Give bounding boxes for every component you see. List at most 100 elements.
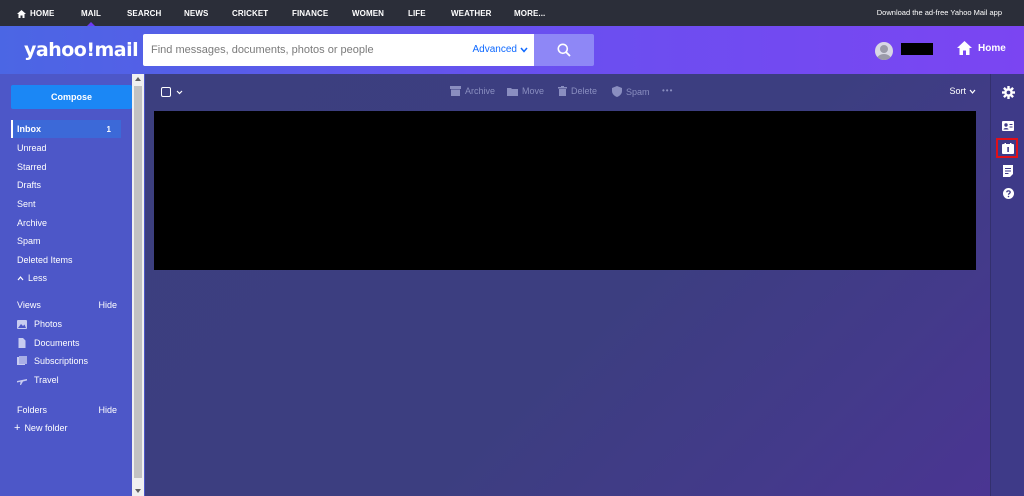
home-button[interactable]: Home xyxy=(957,41,1006,55)
archive-label: Archive xyxy=(465,86,496,96)
sort-label: Sort xyxy=(949,86,966,96)
travel-icon xyxy=(17,378,27,385)
nav-item-life[interactable]: LIFE xyxy=(408,9,426,18)
nav-item-cricket[interactable]: CRICKET xyxy=(232,9,268,18)
sort-button[interactable]: Sort xyxy=(949,86,976,96)
shield-icon xyxy=(612,86,622,97)
spam-button[interactable]: Spam xyxy=(612,86,650,97)
username-redacted xyxy=(901,43,933,55)
nav-item-news[interactable]: NEWS xyxy=(184,9,208,18)
search-box: Advanced xyxy=(143,34,534,66)
folders-section-header: Folders Hide xyxy=(17,405,117,415)
sidebar-item-unread[interactable]: Unread xyxy=(11,139,121,157)
views-label: Views xyxy=(17,300,41,310)
folder-label: Archive xyxy=(17,218,48,228)
views-hide-button[interactable]: Hide xyxy=(98,300,117,310)
nav-label: SEARCH xyxy=(127,9,162,18)
folder-move-icon xyxy=(507,87,518,96)
nav-item-women[interactable]: WOMEN xyxy=(352,9,384,18)
select-all-checkbox[interactable] xyxy=(161,87,171,97)
views-section-header: Views Hide xyxy=(17,300,117,310)
plus-icon: + xyxy=(14,421,21,434)
sidebar-item-drafts[interactable]: Drafts xyxy=(11,176,121,194)
notepad-button[interactable] xyxy=(1000,163,1016,179)
nav-item-home[interactable]: HOME xyxy=(17,9,54,18)
contacts-button[interactable] xyxy=(1000,118,1016,134)
settings-icon xyxy=(1001,85,1015,99)
delete-label: Delete xyxy=(571,86,598,96)
view-label: Documents xyxy=(34,338,80,348)
highlight-box xyxy=(996,138,1018,158)
sidebar-item-starred[interactable]: Starred xyxy=(11,158,121,176)
mail-header: yahoo!mail Advanced Home xyxy=(0,26,1024,74)
compose-button[interactable]: Compose xyxy=(11,85,132,109)
move-label: Move xyxy=(522,86,545,96)
notepad-icon xyxy=(1003,165,1013,177)
sidebar: Compose Inbox 1 Unread Starred Drafts Se… xyxy=(0,74,145,496)
chevron-down-icon xyxy=(969,89,976,94)
scroll-thumb[interactable] xyxy=(134,86,142,478)
chevron-down-icon xyxy=(520,47,528,53)
view-item-photos[interactable]: Photos xyxy=(17,319,62,329)
sidebar-item-sent[interactable]: Sent xyxy=(11,195,121,213)
settings-button[interactable] xyxy=(1000,84,1016,100)
nav-item-finance[interactable]: FINANCE xyxy=(292,9,328,18)
view-item-subscriptions[interactable]: Subscriptions xyxy=(17,356,88,366)
delete-button[interactable]: Delete xyxy=(558,86,597,96)
folders-label: Folders xyxy=(17,405,48,415)
home-label: Home xyxy=(978,42,1006,54)
advanced-label: Advanced xyxy=(472,44,517,55)
contacts-icon xyxy=(1002,121,1014,131)
unread-count: 1 xyxy=(106,124,111,134)
view-item-travel[interactable]: Travel xyxy=(17,375,59,385)
search-input[interactable] xyxy=(151,42,461,58)
nav-label: NEWS xyxy=(184,9,209,18)
sidebar-item-archive[interactable]: Archive xyxy=(11,214,121,232)
message-list-redacted xyxy=(154,111,976,270)
view-item-documents[interactable]: Documents xyxy=(17,338,80,348)
nav-label: LIFE xyxy=(408,9,426,18)
more-label: ••• xyxy=(662,86,674,95)
archive-button[interactable]: Archive xyxy=(450,86,495,96)
documents-icon xyxy=(18,338,26,348)
advanced-search-button[interactable]: Advanced xyxy=(473,44,528,55)
nav-item-mail[interactable]: MAIL xyxy=(81,9,101,18)
folder-label: Starred xyxy=(17,162,47,172)
less-toggle[interactable]: Less xyxy=(11,269,121,287)
folder-label: Unread xyxy=(17,143,47,153)
help-icon xyxy=(1002,187,1014,199)
scroll-up-icon[interactable] xyxy=(135,77,141,81)
new-folder-button[interactable]: + New folder xyxy=(14,421,67,434)
sidebar-item-spam[interactable]: Spam xyxy=(11,232,121,250)
move-button[interactable]: Move xyxy=(507,86,544,96)
sidebar-scrollbar[interactable] xyxy=(132,74,144,496)
sidebar-item-deleted[interactable]: Deleted Items xyxy=(11,251,121,269)
nav-item-more[interactable]: MORE... xyxy=(514,9,545,18)
yahoo-mail-logo[interactable]: yahoo!mail xyxy=(24,39,139,61)
less-label: Less xyxy=(28,273,48,283)
top-nav: HOME MAIL SEARCH NEWS CRICKET FINANCE WO… xyxy=(0,0,1024,26)
folders-hide-button[interactable]: Hide xyxy=(98,405,117,415)
spam-label: Spam xyxy=(626,86,650,97)
message-list-pane: Archive Move Delete Spam ••• Sort xyxy=(145,74,990,496)
chevron-down-icon[interactable] xyxy=(176,87,183,97)
right-rail xyxy=(990,74,1024,496)
nav-label: MAIL xyxy=(81,9,101,18)
nav-label: HOME xyxy=(30,9,55,18)
avatar[interactable] xyxy=(875,42,893,60)
nav-item-search[interactable]: SEARCH xyxy=(127,9,161,18)
archive-icon xyxy=(450,86,461,96)
sidebar-item-inbox[interactable]: Inbox 1 xyxy=(11,120,121,138)
view-label: Travel xyxy=(34,375,59,385)
ad-free-app-link[interactable]: Download the ad-free Yahoo Mail app xyxy=(877,8,1002,17)
help-button[interactable] xyxy=(1000,185,1016,201)
subscriptions-icon xyxy=(17,356,27,365)
nav-item-weather[interactable]: WEATHER xyxy=(451,9,492,18)
scroll-down-icon[interactable] xyxy=(135,489,141,493)
trash-icon xyxy=(558,86,567,96)
nav-label: CRICKET xyxy=(232,9,269,18)
folder-label: Inbox xyxy=(17,124,41,134)
search-button[interactable] xyxy=(534,34,594,66)
home-icon xyxy=(17,9,26,18)
more-actions-button[interactable]: ••• xyxy=(662,86,673,95)
